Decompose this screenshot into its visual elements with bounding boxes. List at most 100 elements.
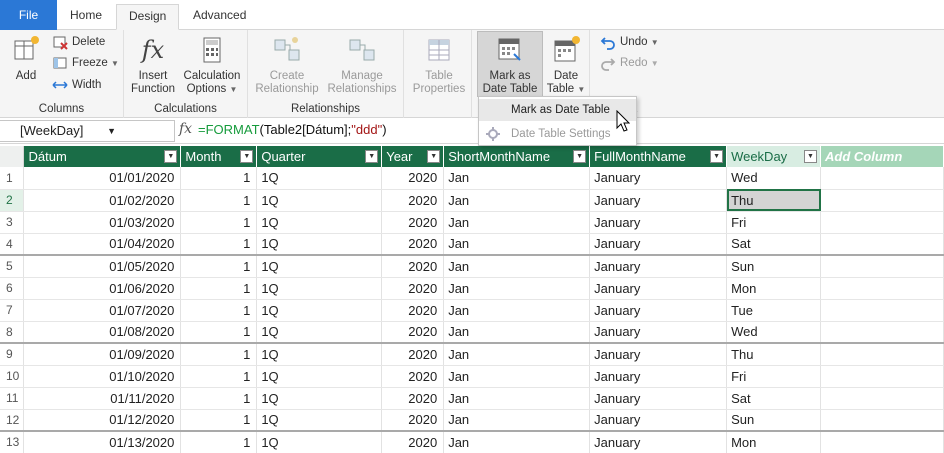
row-number[interactable]: 4	[0, 233, 25, 256]
cell-year[interactable]: 2020	[381, 254, 445, 278]
menu-mark-as-date-table[interactable]: Mark as Date Table	[479, 99, 636, 121]
cell-month[interactable]: 1	[180, 387, 258, 410]
cell-short-month[interactable]: Jan	[443, 189, 591, 212]
cell-month[interactable]: 1	[180, 277, 258, 300]
column-header[interactable]: FullMonthName ▼	[589, 146, 728, 167]
cell-quarter[interactable]: 1Q	[256, 321, 383, 344]
cell-datum[interactable]: 01/07/2020	[23, 299, 182, 322]
cell-empty[interactable]	[820, 211, 944, 234]
menu-date-table-settings[interactable]: Date Table Settings	[479, 123, 636, 145]
column-header[interactable]: Dátum ▼	[23, 146, 182, 167]
cell-year[interactable]: 2020	[381, 342, 445, 366]
freeze-button[interactable]: Freeze ▼	[52, 53, 119, 73]
cell-weekday[interactable]: Sun	[726, 254, 822, 278]
cell-empty[interactable]	[820, 167, 944, 190]
cell-quarter[interactable]: 1Q	[256, 167, 383, 190]
cell-datum[interactable]: 01/08/2020	[23, 321, 182, 344]
cell-datum[interactable]: 01/10/2020	[23, 365, 182, 388]
cell-short-month[interactable]: Jan	[443, 342, 591, 366]
cell-full-month[interactable]: January	[589, 233, 728, 256]
chevron-down-icon[interactable]: ▼	[107, 121, 116, 141]
filter-dropdown-icon[interactable]: ▼	[804, 150, 818, 163]
cell-datum[interactable]: 01/05/2020	[23, 254, 182, 278]
column-header[interactable]: Month ▼	[180, 146, 258, 167]
filter-dropdown-icon[interactable]: ▼	[164, 150, 178, 163]
cell-datum[interactable]: 01/06/2020	[23, 277, 182, 300]
filter-dropdown-icon[interactable]: ▼	[365, 150, 379, 163]
row-number[interactable]: 8	[0, 321, 25, 344]
cell-empty[interactable]	[820, 277, 944, 300]
cell-datum[interactable]: 01/13/2020	[23, 430, 182, 453]
delete-button[interactable]: Delete	[52, 32, 105, 52]
cell-full-month[interactable]: January	[589, 299, 728, 322]
cell-year[interactable]: 2020	[381, 189, 445, 212]
cell-short-month[interactable]: Jan	[443, 409, 591, 432]
cell-short-month[interactable]: Jan	[443, 211, 591, 234]
row-number[interactable]: 6	[0, 277, 25, 300]
cell-empty[interactable]	[820, 430, 944, 453]
cell-year[interactable]: 2020	[381, 409, 445, 432]
cell-full-month[interactable]: January	[589, 365, 728, 388]
cell-datum[interactable]: 01/01/2020	[23, 167, 182, 190]
cell-year[interactable]: 2020	[381, 387, 445, 410]
cell-month[interactable]: 1	[180, 430, 258, 453]
cell-weekday[interactable]: Sat	[726, 233, 822, 256]
cell-empty[interactable]	[820, 254, 944, 278]
cell-empty[interactable]	[820, 409, 944, 432]
corner-cell[interactable]	[0, 146, 25, 167]
name-box[interactable]: [WeekDay] ▼	[0, 120, 175, 142]
cell-quarter[interactable]: 1Q	[256, 430, 383, 453]
cell-short-month[interactable]: Jan	[443, 321, 591, 344]
cell-quarter[interactable]: 1Q	[256, 342, 383, 366]
filter-dropdown-icon[interactable]: ▼	[710, 150, 724, 163]
tab-advanced[interactable]: Advanced	[181, 4, 258, 30]
cell-weekday[interactable]: Fri	[726, 211, 822, 234]
add-column-button[interactable]: Add	[6, 34, 46, 83]
cell-full-month[interactable]: January	[589, 211, 728, 234]
cell-full-month[interactable]: January	[589, 342, 728, 366]
cell-quarter[interactable]: 1Q	[256, 277, 383, 300]
filter-dropdown-icon[interactable]: ▼	[573, 150, 587, 163]
create-relationship-button[interactable]: Create Relationship	[252, 34, 322, 96]
cell-full-month[interactable]: January	[589, 277, 728, 300]
cell-month[interactable]: 1	[180, 254, 258, 278]
cell-weekday[interactable]: Mon	[726, 277, 822, 300]
cell-short-month[interactable]: Jan	[443, 430, 591, 453]
cell-short-month[interactable]: Jan	[443, 233, 591, 256]
tab-home[interactable]: Home	[58, 4, 114, 30]
cell-quarter[interactable]: 1Q	[256, 387, 383, 410]
cell-full-month[interactable]: January	[589, 189, 728, 212]
manage-relationships-button[interactable]: Manage Relationships	[324, 34, 400, 96]
cell-weekday[interactable]: Thu	[726, 342, 822, 366]
cell-weekday[interactable]: Fri	[726, 365, 822, 388]
row-number[interactable]: 9	[0, 342, 25, 366]
tab-design[interactable]: Design	[116, 4, 180, 30]
row-number[interactable]: 5	[0, 254, 25, 278]
date-table-button[interactable]: Date Table ▼	[546, 34, 586, 96]
cell-weekday[interactable]: Thu	[726, 189, 822, 212]
cell-datum[interactable]: 01/09/2020	[23, 342, 182, 366]
filter-dropdown-icon[interactable]: ▼	[427, 150, 441, 163]
cell-year[interactable]: 2020	[381, 321, 445, 344]
row-number[interactable]: 3	[0, 211, 25, 234]
column-header[interactable]: Year ▼	[381, 146, 445, 167]
mark-as-date-table-button[interactable]: Mark as Date Table ▼	[477, 31, 543, 107]
cell-month[interactable]: 1	[180, 189, 258, 212]
cell-empty[interactable]	[820, 233, 944, 256]
cell-weekday[interactable]: Wed	[726, 321, 822, 344]
fx-icon[interactable]: fx	[179, 121, 192, 137]
cell-datum[interactable]: 01/03/2020	[23, 211, 182, 234]
cell-short-month[interactable]: Jan	[443, 167, 591, 190]
cell-empty[interactable]	[820, 387, 944, 410]
filter-dropdown-icon[interactable]: ▼	[240, 150, 254, 163]
cell-year[interactable]: 2020	[381, 299, 445, 322]
cell-full-month[interactable]: January	[589, 167, 728, 190]
cell-short-month[interactable]: Jan	[443, 277, 591, 300]
cell-quarter[interactable]: 1Q	[256, 299, 383, 322]
cell-quarter[interactable]: 1Q	[256, 365, 383, 388]
cell-full-month[interactable]: January	[589, 321, 728, 344]
cell-quarter[interactable]: 1Q	[256, 189, 383, 212]
tab-file[interactable]: File	[0, 0, 57, 30]
cell-full-month[interactable]: January	[589, 254, 728, 278]
cell-quarter[interactable]: 1Q	[256, 409, 383, 432]
